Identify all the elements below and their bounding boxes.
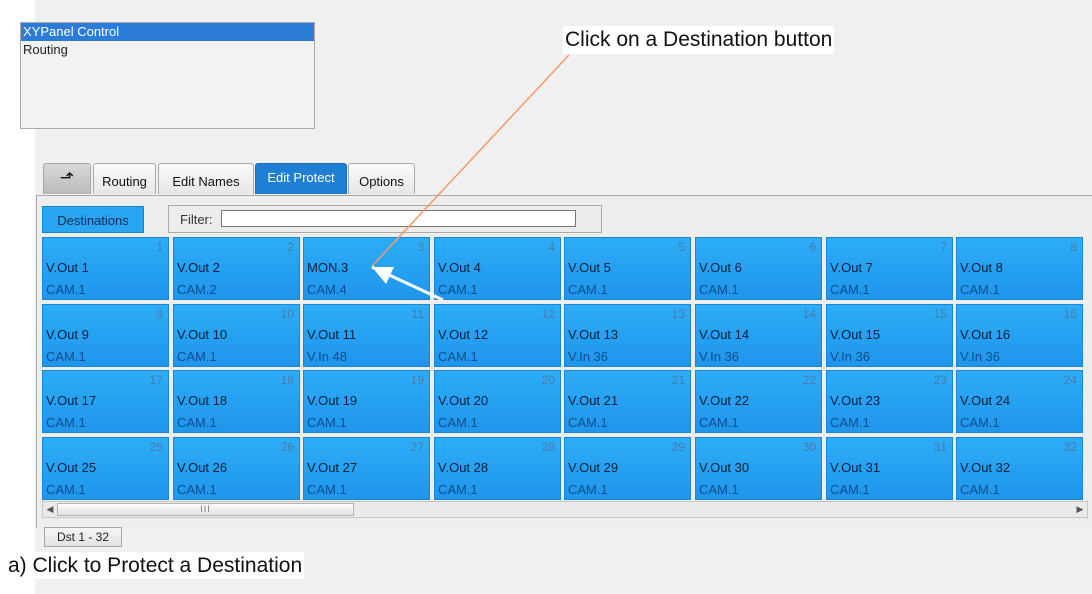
callout-line [371,54,570,267]
annotation-overlay [371,54,570,302]
